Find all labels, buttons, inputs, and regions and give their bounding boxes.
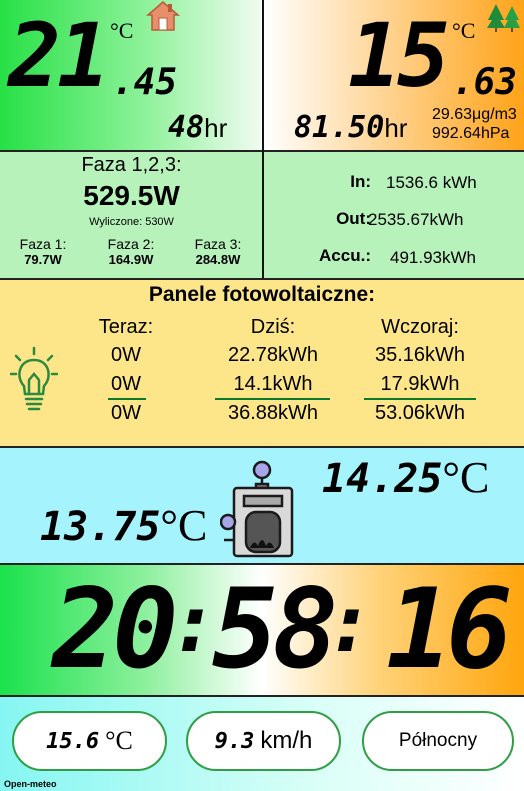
indoor-temp-unit: °C xyxy=(110,18,134,43)
phase-1-value: 79.7W xyxy=(24,252,62,267)
energy-panel: In: 1536.6 kWh Out: 2535.67kWh Accu.: 49… xyxy=(264,152,524,278)
boiler-temp-top: 14.25°C xyxy=(322,452,489,503)
pv-today-2: 14.1kWh xyxy=(233,373,313,395)
boiler-temp-top-value: 14.25 xyxy=(322,456,443,502)
outdoor-panel: 15 °C .63 81.50hr 29.63μg/m3 992.64hPa xyxy=(264,0,524,150)
outdoor-temp-int: 15 xyxy=(348,4,450,107)
outdoor-pm: 29.63μg/m3 xyxy=(432,106,517,123)
weather-temp-value: 15.6 xyxy=(46,728,100,754)
pv-today-1: 22.78kWh xyxy=(227,344,319,366)
boiler-temp-bottom-unit: °C xyxy=(160,501,208,550)
weather-temp-pill[interactable]: 15.6 °C xyxy=(12,711,167,771)
indoor-panel: 21 °C .45 48hr xyxy=(0,0,263,150)
phase-1: Faza 1: 79.7W xyxy=(10,236,76,267)
outdoor-humidity-value: 81.50 xyxy=(294,110,385,145)
indoor-humidity-value: 48 xyxy=(168,110,205,145)
pv-panel: Panele fotowoltaiczne: Teraz: Dziś: Wczo… xyxy=(0,280,524,446)
clock-sep-2: : xyxy=(326,577,375,670)
pv-now-2: 0W xyxy=(111,373,141,395)
phase-2-value: 164.9W xyxy=(108,252,154,267)
weather-direction: Północny xyxy=(398,730,478,751)
outdoor-temp-unit: °C xyxy=(452,18,476,43)
phase-2: Faza 2: 164.9W xyxy=(96,236,166,267)
boiler-temp-top-unit: °C xyxy=(442,453,490,502)
phases-total: 529.5W xyxy=(83,180,180,211)
energy-in-label: In: xyxy=(350,172,371,191)
pv-today-total: 36.88kWh xyxy=(227,402,319,424)
outdoor-temp-dec: .63 xyxy=(452,62,518,103)
pv-sum-line-today xyxy=(215,398,330,400)
phases-panel: Faza 1,2,3: 529.5W Wyliczone: 530W Faza … xyxy=(0,152,263,278)
weather-wind-unit: km/h xyxy=(260,727,313,754)
weather-wind-pill[interactable]: 9.3 km/h xyxy=(186,711,341,771)
house-icon xyxy=(145,0,181,37)
clock-panel: 20 : 58 : 16 xyxy=(0,565,524,695)
phase-3-label: Faza 3: xyxy=(194,236,242,252)
phase-3-value: 284.8W xyxy=(195,252,241,267)
pv-yesterday-total: 53.06kWh xyxy=(374,402,466,424)
clock-hours: 20 xyxy=(52,565,178,693)
phase-3: Faza 3: 284.8W xyxy=(182,236,254,267)
pv-header-yesterday: Wczoraj: xyxy=(381,316,459,338)
clock-sep-1: : xyxy=(170,577,219,670)
boiler-temp-bottom-value: 13.75 xyxy=(40,504,161,550)
pv-title: Panele fotowoltaiczne: xyxy=(148,283,376,306)
energy-accu-value: 491.93kWh xyxy=(390,248,476,267)
phases-title: Faza 1,2,3: xyxy=(81,154,182,176)
weather-source: Open-meteo xyxy=(4,779,57,789)
forest-icon xyxy=(486,2,522,37)
outdoor-humidity-unit: hr xyxy=(384,113,408,143)
energy-out-label: Out: xyxy=(336,209,371,228)
outdoor-pressure: 992.64hPa xyxy=(432,125,510,142)
pv-now-1: 0W xyxy=(111,344,141,366)
indoor-temp-int: 21 xyxy=(8,4,110,107)
pv-sum-line-now xyxy=(108,398,146,400)
weather-wind-value: 9.3 xyxy=(214,728,255,754)
clock-minutes: 58 xyxy=(212,565,338,693)
boiler-panel: 13.75°C 14.25°C xyxy=(0,448,524,563)
weather-direction-pill[interactable]: Północny xyxy=(362,711,514,771)
phases-computed: Wyliczone: 530W xyxy=(89,216,174,228)
lightbulb-icon xyxy=(9,346,59,421)
pv-header-now: Teraz: xyxy=(98,316,154,338)
indoor-temp-dec: .45 xyxy=(112,62,178,103)
energy-in-value: 1536.6 kWh xyxy=(386,173,477,192)
pv-yesterday-1: 35.16kWh xyxy=(374,344,466,366)
energy-accu-label: Accu.: xyxy=(319,246,371,265)
weather-panel: 15.6 °C 9.3 km/h Północny Open-meteo xyxy=(0,697,524,791)
energy-out-value: 2535.67kWh xyxy=(368,210,464,229)
pv-yesterday-2: 17.9kWh xyxy=(380,373,460,395)
pv-header-today: Dziś: xyxy=(250,316,296,338)
pv-sum-line-yesterday xyxy=(364,398,476,400)
pv-now-total: 0W xyxy=(111,402,141,424)
clock-seconds: 16 xyxy=(386,565,512,693)
boiler-icon xyxy=(219,448,300,563)
phase-1-label: Faza 1: xyxy=(19,236,67,252)
indoor-humidity-unit: hr xyxy=(204,113,228,143)
indoor-humidity: 48hr xyxy=(168,110,227,145)
phase-2-label: Faza 2: xyxy=(107,236,155,252)
weather-temp-unit: °C xyxy=(105,726,133,755)
outdoor-humidity: 81.50hr xyxy=(294,110,407,145)
boiler-temp-bottom: 13.75°C xyxy=(40,500,207,551)
